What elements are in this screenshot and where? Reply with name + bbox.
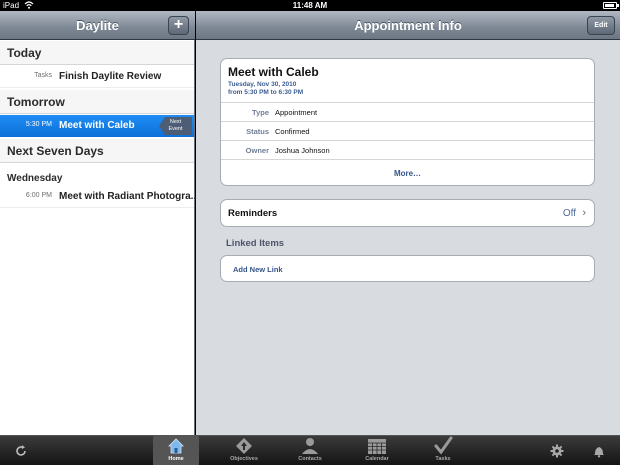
row-title: Meet with Caleb — [59, 120, 135, 131]
day-header-wednesday: Wednesday — [7, 173, 63, 184]
chevron-right-icon: › — [582, 207, 586, 219]
tab-bar: Home Objectives Contacts Calendar Tasks — [0, 435, 620, 465]
section-next-seven-days: Next Seven Days — [0, 139, 194, 163]
add-new-link-label: Add New Link — [233, 265, 283, 274]
home-icon — [168, 438, 184, 454]
tab-home[interactable]: Home — [153, 436, 199, 465]
next-event-badge: Next Event — [159, 117, 192, 135]
badge-line-1: Next — [169, 119, 182, 125]
appointment-title: Meet with Caleb — [228, 65, 319, 79]
list-item-selected-appointment[interactable]: 5:30 PM Meet with Caleb Next Event — [0, 115, 194, 137]
field-value: Appointment — [275, 108, 318, 117]
status-bar: iPad 11:48 AM — [0, 0, 620, 11]
section-today: Today — [0, 41, 194, 65]
list-item-task[interactable]: Tasks Finish Daylite Review — [0, 66, 194, 88]
detail-pane: Appointment Info Edit Meet with Caleb Tu… — [196, 11, 620, 435]
row-title: Meet with Radiant Photogra... — [59, 191, 200, 202]
tab-contacts[interactable]: Contacts — [287, 436, 333, 465]
linked-items-header: Linked Items — [226, 238, 285, 249]
checkmark-icon — [434, 436, 453, 455]
reminders-label: Reminders — [228, 208, 278, 219]
tab-tasks[interactable]: Tasks — [420, 436, 466, 465]
battery-icon — [603, 2, 619, 9]
add-new-link-row[interactable]: Add New Link — [220, 255, 595, 282]
section-tomorrow: Tomorrow — [0, 90, 194, 114]
badge-line-2: Event — [168, 126, 183, 132]
tab-label: Tasks — [435, 456, 451, 462]
bell-icon[interactable] — [592, 444, 606, 458]
tab-calendar[interactable]: Calendar — [354, 436, 400, 465]
field-value: Joshua Johnson — [275, 146, 330, 155]
appointment-date: Tuesday, Nov 30, 2010 — [228, 81, 297, 88]
edit-button[interactable]: Edit — [587, 16, 615, 35]
field-key: Type — [252, 108, 269, 117]
right-navbar: Appointment Info Edit — [196, 11, 620, 40]
objectives-icon — [236, 438, 252, 454]
contacts-icon — [302, 438, 318, 454]
field-key: Owner — [245, 146, 269, 155]
status-time: 11:48 AM — [292, 1, 328, 10]
tab-label: Contacts — [298, 456, 322, 462]
calendar-icon — [368, 439, 386, 454]
tab-label: Home — [168, 456, 184, 462]
add-button[interactable]: + — [168, 16, 189, 35]
appointment-card: Meet with Caleb Tuesday, Nov 30, 2010 fr… — [220, 58, 595, 186]
row-time-label: 5:30 PM — [25, 121, 52, 128]
tab-label: Objectives — [230, 456, 258, 462]
more-button[interactable]: More… — [221, 159, 594, 186]
left-pane-title: Daylite — [76, 18, 119, 33]
agenda-pane: Daylite + Today Tasks Finish Daylite Rev… — [0, 11, 199, 435]
field-status: Status Confirmed — [221, 121, 594, 140]
row-type-label: Tasks — [34, 72, 52, 79]
detail-title: Appointment Info — [354, 18, 462, 33]
list-item-appointment[interactable]: 6:00 PM Meet with Radiant Photogra... — [0, 186, 199, 208]
field-value: Confirmed — [275, 127, 310, 136]
field-type: Type Appointment — [221, 102, 594, 121]
tab-objectives[interactable]: Objectives — [221, 436, 267, 465]
field-owner: Owner Joshua Johnson — [221, 140, 594, 159]
gear-icon[interactable] — [550, 444, 564, 458]
reminders-row[interactable]: Reminders Off › — [220, 199, 595, 227]
row-title: Finish Daylite Review — [59, 71, 162, 82]
refresh-icon[interactable] — [14, 444, 28, 458]
reminders-value: Off — [562, 208, 576, 219]
field-key: Status — [246, 127, 269, 136]
appointment-time: from 5:30 PM to 6:30 PM — [228, 89, 304, 96]
row-time-label: 6:00 PM — [25, 192, 52, 199]
tab-label: Calendar — [365, 456, 389, 462]
left-navbar: Daylite + — [0, 11, 195, 40]
